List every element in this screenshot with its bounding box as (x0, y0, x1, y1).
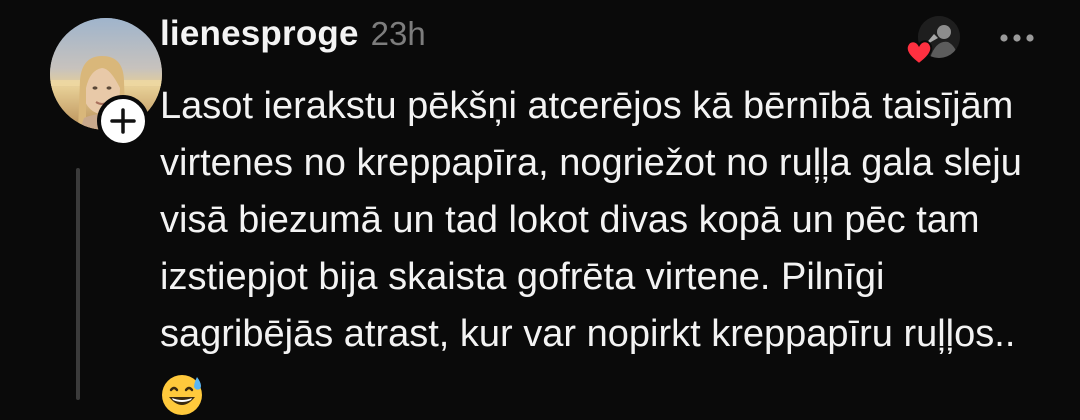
thread-line (76, 168, 80, 400)
emoji-line (160, 363, 1060, 420)
grinning-face-with-sweat-icon (162, 374, 202, 415)
follow-button[interactable] (97, 95, 149, 147)
more-horizontal-icon (1000, 34, 1034, 42)
comment-text-line: izstiepjot bija skaista gofrēta virtene.… (160, 256, 885, 298)
plus-icon (103, 101, 143, 141)
heart-icon (904, 38, 934, 66)
comment-body: Lasot ierakstu pēkšņi atcerējos kā bērnī… (160, 78, 1060, 420)
comment-header: lienesproge 23h (160, 14, 426, 64)
liker-avatars[interactable] (904, 16, 964, 68)
comment-text-line: sagribējās atrast, kur var nopirkt krepp… (160, 313, 1016, 355)
username[interactable]: lienesproge (160, 14, 359, 54)
timestamp: 23h (370, 15, 426, 52)
comment-text-line: virtenes no kreppapīra, nogriežot no ruļ… (160, 142, 1022, 184)
comment-text-line: Lasot ierakstu pēkšņi atcerējos kā bērnī… (160, 85, 1014, 127)
comment-text-line: visā biezumā un tad lokot divas kopā un … (160, 199, 980, 241)
more-options-button[interactable] (992, 20, 1042, 56)
